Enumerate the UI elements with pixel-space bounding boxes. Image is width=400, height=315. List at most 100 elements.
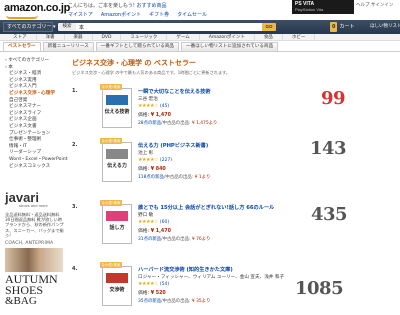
price-value: ¥ 840 <box>150 167 166 172</box>
catnav-item[interactable]: ゲーム <box>167 34 200 40</box>
nav-my-store[interactable]: マイストア <box>68 11 93 18</box>
top-nav: マイストア Amazonポイント ギフト券 タイムセール <box>68 11 207 18</box>
account-links[interactable]: ヘルプ サインイン <box>356 2 393 8</box>
product-info: 伝える力 (PHPビジネス新書) 池上 彰 ★★★★☆ (227) 価格: ¥ 840 1… <box>138 142 328 180</box>
sidebar-item[interactable]: ビジネス文書 <box>3 124 65 131</box>
look-inside-badge[interactable]: なか見!検索 <box>100 138 122 144</box>
greeting-link[interactable]: おすすめ商品 <box>136 3 166 9</box>
stars-icon: ★★★★☆ <box>138 157 158 163</box>
tab-bestsellers[interactable]: ベストセラー <box>3 42 41 51</box>
star-rating[interactable]: ★★★★☆ (45) <box>138 103 328 109</box>
review-count[interactable]: (45) <box>160 104 169 109</box>
nav-points[interactable]: Amazonポイント <box>101 11 141 18</box>
offers-text: /中古品の出品: <box>161 299 191 304</box>
product-title[interactable]: ハーバード流交渉術 (知的生きかた文庫) <box>138 266 328 273</box>
logo-suffix: .co.jp <box>43 2 71 14</box>
promo-banner[interactable]: PS VITA PlayStation Vita <box>292 0 354 14</box>
review-count[interactable]: (60) <box>160 220 169 225</box>
offers-text: /中古品の出品: <box>161 121 191 126</box>
price-label: 価格: <box>138 229 150 234</box>
sidebar-item[interactable]: リーダーシップ <box>3 150 65 157</box>
catnav-item[interactable]: ホビー <box>283 34 316 40</box>
cover-title: 話し方 <box>109 225 125 231</box>
look-inside-badge[interactable]: なか見!検索 <box>100 262 122 268</box>
review-count[interactable]: (54) <box>160 282 169 287</box>
book-cover[interactable]: 伝える力 <box>102 142 132 182</box>
wishlist-link[interactable]: ほしい物リスト <box>370 22 400 32</box>
product-info: 一瞬で大切なことを伝える技術 三谷 宏治 ★★★★☆ (45) 価格: ¥ 1,470 2… <box>138 88 328 126</box>
tab-new-releases[interactable]: 新着ニューリリース <box>42 42 94 51</box>
catnav-item[interactable]: ミュージック <box>121 34 168 40</box>
cover-band <box>106 211 128 221</box>
look-inside-badge[interactable]: なか見!検索 <box>100 200 122 206</box>
ad-store: COACH, ANTEPRIMA <box>5 241 54 247</box>
javari-ad[interactable]: javari shoes and more 全品送料無料・返品送料無料 30日間返… <box>3 191 65 315</box>
search-bar: すべてのカテゴリー ▾ 検索 GO 0カート ほしい物リスト <box>0 20 400 34</box>
sidebar-item[interactable]: ビジネスコミックス <box>3 164 65 171</box>
cover-title: 交渉術 <box>109 287 125 293</box>
page-title: ビジネス交渉・心理学 の ベストセラー <box>72 59 197 67</box>
sidebar-item[interactable]: ビジネス企画 <box>3 117 65 124</box>
catnav-item[interactable]: ストア <box>4 34 37 40</box>
offers-count[interactable]: 28点の新品 <box>138 121 161 126</box>
offers-count[interactable]: 35点の新品 <box>138 299 161 304</box>
cart-count: 0 <box>330 22 338 32</box>
price-value: ¥ 1,470 <box>150 229 171 234</box>
cart-button[interactable]: 0 カート <box>330 22 355 32</box>
product-title[interactable]: 伝える力 (PHPビジネス新書) <box>138 142 328 149</box>
price-value: ¥ 520 <box>150 291 166 296</box>
catnav-item[interactable]: DVD <box>93 34 122 40</box>
product-title[interactable]: 誰とでも 15分以上 会話がとぎれない!話し方 66のルール <box>138 204 328 211</box>
sidebar-item[interactable]: ビジネス入門 <box>3 84 65 91</box>
main-content: ビジネス交渉・心理学 の ベストセラー ビジネス交渉・心理学 の中で最も人気のあ… <box>72 58 398 306</box>
catnav-item[interactable]: 洋書 <box>37 34 65 40</box>
catnav-item[interactable]: 楽器 <box>65 34 93 40</box>
ad-image <box>5 248 63 273</box>
promo-subtitle: PlayStation Vita <box>295 7 324 12</box>
nav-time-sale[interactable]: タイムセール <box>177 11 207 18</box>
product-rank: 1. <box>72 88 78 94</box>
site-header: amazon.co.jp こんにちは。ご本を楽しもう! おすすめ商品 マイストア… <box>0 0 400 21</box>
sidebar-item[interactable]: 仕事術・整理術 <box>3 137 65 144</box>
sidebar-item[interactable]: ‹ すべてのカテゴリー <box>3 58 65 65</box>
ad-tagline: shoes and more <box>19 203 48 208</box>
book-cover[interactable]: 伝える技術 <box>102 88 132 128</box>
look-inside-badge[interactable]: なか見!検索 <box>100 84 122 90</box>
product-author: 野口 敏 <box>138 213 154 218</box>
department-dropdown[interactable]: すべてのカテゴリー ▾ <box>3 22 56 32</box>
sidebar-item[interactable]: ビジネス・経済 <box>3 71 65 78</box>
product-rank: 2. <box>72 142 78 148</box>
search-go-button[interactable]: GO <box>262 23 276 31</box>
rank-annotation: 99 <box>321 88 346 109</box>
greeting: こんにちは。ご本を楽しもう! おすすめ商品 <box>68 2 166 9</box>
ad-headline: AUTUMN SHOES &BAG <box>3 273 65 307</box>
search-input[interactable] <box>76 23 262 31</box>
amazon-logo[interactable]: amazon.co.jp <box>4 2 70 14</box>
sidebar-item[interactable]: ビジネス交渉・心理学 <box>3 91 65 98</box>
book-cover[interactable]: 交渉術 <box>102 266 132 306</box>
cart-label: カート <box>339 24 355 30</box>
offers: 118点の新品/中古品の出品: ¥ 1より <box>138 174 328 180</box>
rank-annotation: 143 <box>310 138 347 159</box>
product-author: 池上 彰 <box>138 151 154 156</box>
offers-count[interactable]: 31点の新品 <box>138 237 161 242</box>
catnav-item[interactable]: Amazonポイント <box>200 34 255 40</box>
review-count[interactable]: (227) <box>160 158 172 163</box>
product-author: 三谷 宏治 <box>138 97 158 102</box>
star-rating[interactable]: ★★★★☆ (60) <box>138 219 328 225</box>
star-rating[interactable]: ★★★★☆ (227) <box>138 157 328 163</box>
ad-text: 全品送料無料・返品送料無料 30日間返品無料 靴が欲しい時ブランドから、秋の新作… <box>5 212 64 238</box>
tab-most-gifted[interactable]: 一番ギフトとして贈られている商品 <box>95 42 180 51</box>
category-nav: ストア 洋書 楽器 DVD ミュージック ゲーム Amazonポイント 食品 ホ… <box>0 34 400 41</box>
nav-gift-cards[interactable]: ギフト券 <box>149 11 169 18</box>
offers: 31点の新品/中古品の出品: ¥ 76より <box>138 236 328 242</box>
tab-most-wished[interactable]: 一番ほしい物リストに追加されている商品 <box>181 42 279 51</box>
offers-count[interactable]: 118点の新品 <box>138 175 164 180</box>
sidebar-item[interactable]: Word・Excel・PowerPoint <box>3 157 67 164</box>
department-label: すべてのカテゴリー <box>7 24 52 30</box>
book-cover[interactable]: 話し方 <box>102 204 132 244</box>
sidebar-item[interactable]: ビジネスマナー <box>3 104 65 111</box>
catnav-item[interactable]: 食品 <box>255 34 283 40</box>
product-title[interactable]: 一瞬で大切なことを伝える技術 <box>138 88 328 95</box>
stars-icon: ★★★★☆ <box>138 281 158 287</box>
